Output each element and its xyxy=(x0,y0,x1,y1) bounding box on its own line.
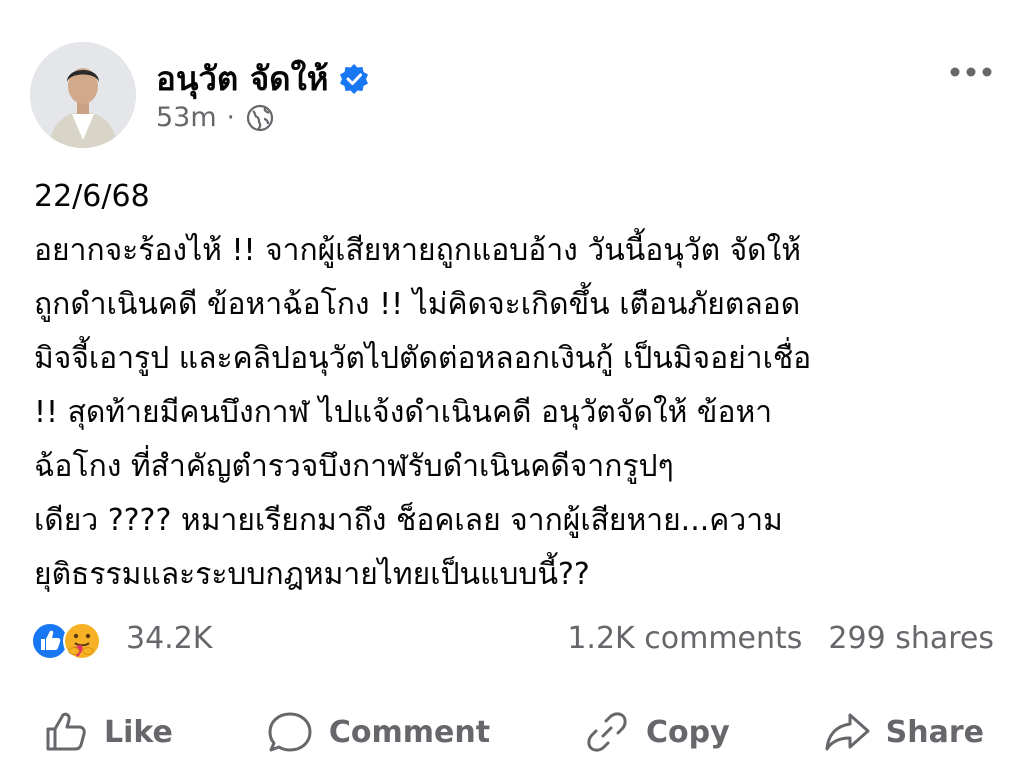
meta-separator: · xyxy=(226,102,235,133)
post-time[interactable]: 53m xyxy=(156,102,217,133)
engagement-stats: 1.2K comments 299 shares xyxy=(567,621,994,656)
action-bar: Like Comment Copy Share xyxy=(30,702,994,762)
link-icon xyxy=(587,712,627,752)
post-line: 22/6/68 xyxy=(34,179,150,214)
share-label: Share xyxy=(885,714,984,750)
post-line: มิจจี้เอารูป และคลิปอนุวัตไปตัดต่อหลอกเง… xyxy=(34,341,812,376)
comment-label: Comment xyxy=(328,714,491,750)
care-reaction-icon xyxy=(63,622,101,660)
comments-count[interactable]: 1.2K comments xyxy=(567,621,802,656)
thumbs-up-icon xyxy=(46,712,86,751)
author-row: อนุวัต จัดให้ xyxy=(156,52,370,105)
like-label: Like xyxy=(104,714,173,750)
comment-bubble-icon xyxy=(268,712,312,752)
avatar[interactable] xyxy=(30,42,136,148)
copy-button[interactable]: Copy xyxy=(572,707,740,757)
globe-icon[interactable] xyxy=(245,103,275,133)
share-arrow-icon xyxy=(825,713,870,751)
share-button[interactable]: Share xyxy=(812,707,994,757)
post-line: ถูกดำเนินคดี ข้อหาฉ้อโกง !! ไม่คิดจะเกิด… xyxy=(34,287,801,322)
post-line: เดียว ???? หมายเรียกมาถึง ช็อคเลย จากผู้… xyxy=(34,503,783,538)
post-text: 22/6/68 อยากจะร้องไห้ !! จากผู้เสียหายถู… xyxy=(34,170,998,602)
more-options-icon[interactable] xyxy=(948,60,994,84)
post-line: !! สุดท้ายมีคนบึงกาฬ ไปแจ้งดำเนินคดี อนุ… xyxy=(34,395,773,430)
verified-badge-icon xyxy=(338,63,370,95)
author-name[interactable]: อนุวัต จัดให้ xyxy=(156,52,328,105)
post-meta: 53m · xyxy=(156,102,275,133)
like-button[interactable]: Like xyxy=(30,707,183,757)
post-header: อนุวัต จัดให้ 53m · xyxy=(30,42,994,152)
copy-label: Copy xyxy=(646,714,730,750)
post-line: ยุติธรรมและระบบกฎหมายไทยเป็นแบบนี้?? xyxy=(34,557,590,592)
post-line: ฉ้อโกง ที่สำคัญตำรวจบึงกาฬรับดำเนินคดีจา… xyxy=(34,449,674,484)
reactions-bar: 34.2K 1.2K comments 299 shares xyxy=(30,615,994,665)
shares-count[interactable]: 299 shares xyxy=(828,621,994,656)
reaction-icons[interactable] xyxy=(30,621,120,661)
reactions-count[interactable]: 34.2K xyxy=(126,621,212,656)
comment-button[interactable]: Comment xyxy=(255,707,500,757)
post-line: อยากจะร้องไห้ !! จากผู้เสียหายถูกแอบอ้าง… xyxy=(34,233,802,268)
like-reaction-icon xyxy=(31,622,69,660)
